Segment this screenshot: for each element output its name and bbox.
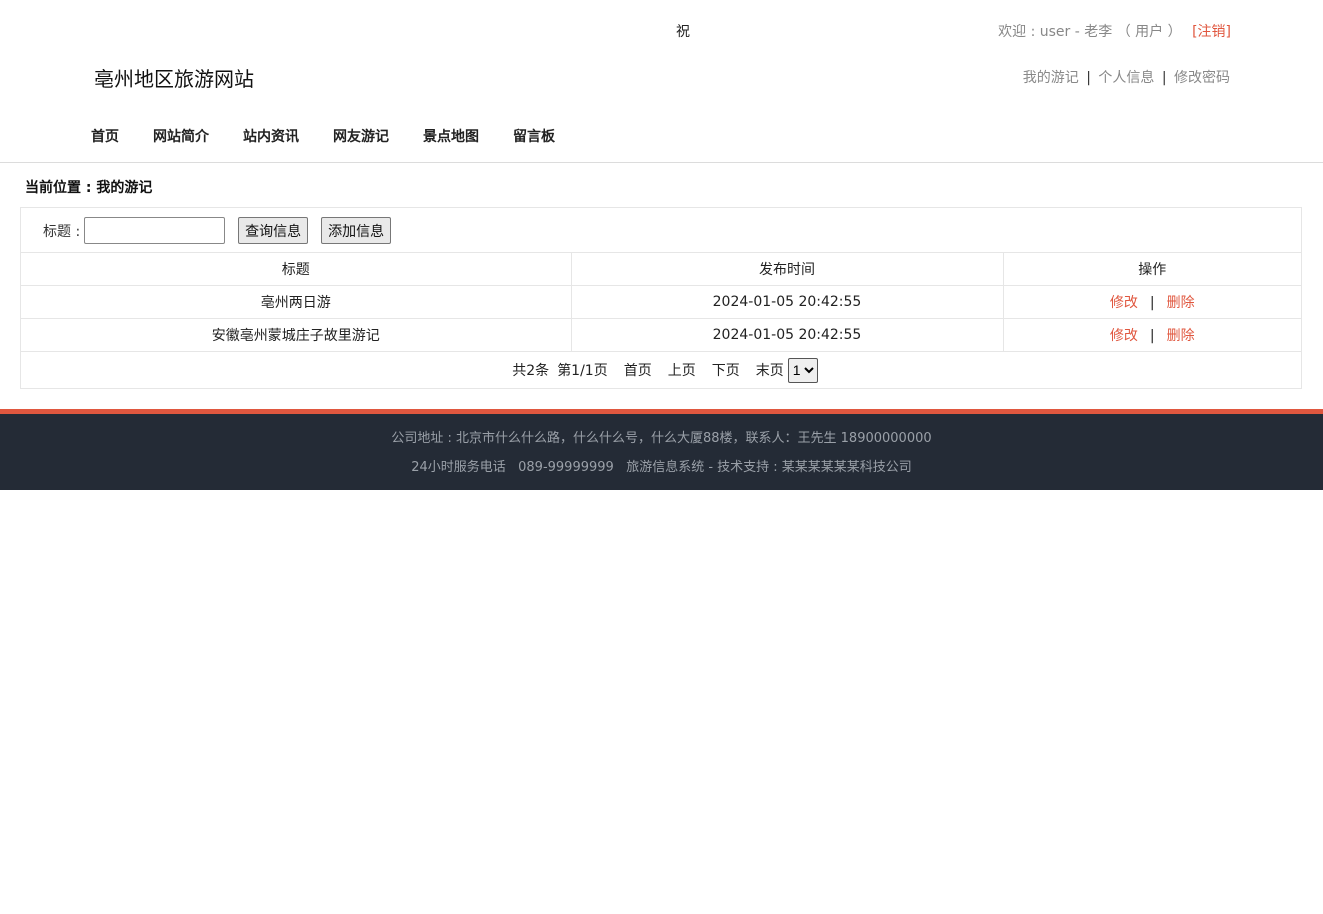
- page-select[interactable]: 1: [787, 357, 818, 383]
- change-password-link[interactable]: 修改密码: [1174, 70, 1230, 86]
- edit-link[interactable]: 修改: [1110, 328, 1138, 344]
- link-separator: |: [1161, 70, 1167, 86]
- footer: 公司地址 : 北京市什么什么路，什么什么号，什么大厦88楼，联系人：王先生 18…: [0, 414, 1323, 490]
- row-time: 2024-01-05 20:42:55: [570, 285, 1004, 319]
- row-time: 2024-01-05 20:42:55: [570, 318, 1004, 352]
- nav-item-guestbook[interactable]: 留言板: [513, 126, 555, 146]
- action-separator: |: [1149, 328, 1155, 344]
- pager-next[interactable]: 下页: [712, 360, 740, 380]
- profile-link[interactable]: 个人信息: [1098, 70, 1154, 86]
- query-button[interactable]: 查询信息: [238, 217, 309, 244]
- row-title: 亳州两日游: [21, 285, 572, 319]
- nav-item-travelogues[interactable]: 网友游记: [333, 126, 389, 146]
- row-actions: 修改 | 删除: [1002, 318, 1301, 352]
- edit-link[interactable]: 修改: [1110, 295, 1138, 311]
- nav-item-map[interactable]: 景点地图: [423, 126, 479, 146]
- title-search-input[interactable]: [84, 217, 226, 244]
- travelogue-table: 标题 发布时间 操作 亳州两日游 2024-01-05 20:42:55 修改 |…: [21, 252, 1301, 388]
- pager-row: 共2条 第1/1页 首页 上页 下页 末页 1: [21, 351, 1301, 388]
- logout-link[interactable]: [注销]: [1192, 24, 1231, 40]
- user-links: 我的游记 | 个人信息 | 修改密码: [1023, 67, 1230, 87]
- breadcrumb: 当前位置 : 我的游记: [25, 180, 153, 196]
- search-bar: 标题 : 查询信息 添加信息: [43, 217, 392, 244]
- content-panel: 标题 : 查询信息 添加信息 标题 发布时间 操作 亳州两日游 2024-01-…: [20, 207, 1302, 389]
- footer-address: 公司地址 : 北京市什么什么路，什么什么号，什么大厦88楼，联系人：王先生 18…: [391, 431, 932, 446]
- action-separator: |: [1149, 295, 1155, 311]
- column-header-actions: 操作: [1002, 252, 1301, 286]
- table-row: 亳州两日游 2024-01-05 20:42:55 修改 | 删除: [21, 285, 1301, 319]
- welcome-bar: 欢迎 : user - 老李 （ 用户 ） [注销]: [998, 21, 1231, 41]
- nav-item-news[interactable]: 站内资讯: [243, 126, 299, 146]
- link-separator: |: [1086, 70, 1091, 86]
- nav-divider: [0, 162, 1323, 163]
- search-label: 标题 :: [43, 223, 81, 240]
- nav-item-about[interactable]: 网站简介: [153, 126, 209, 146]
- table-row: 安徽亳州蒙城庄子故里游记 2024-01-05 20:42:55 修改 | 删除: [21, 318, 1301, 352]
- column-header-time: 发布时间: [570, 252, 1004, 286]
- my-travelogue-link[interactable]: 我的游记: [1023, 70, 1079, 86]
- welcome-text: 欢迎 : user - 老李 （ 用户 ）: [998, 24, 1182, 40]
- pager-first[interactable]: 首页: [624, 360, 652, 380]
- pager-last[interactable]: 末页: [756, 360, 784, 380]
- pager: 共2条 第1/1页 首页 上页 下页 末页 1: [21, 352, 1301, 388]
- top-greeting: 祝: [676, 24, 690, 40]
- add-button[interactable]: 添加信息: [321, 217, 392, 244]
- nav-item-home[interactable]: 首页: [91, 126, 119, 146]
- delete-link[interactable]: 删除: [1167, 328, 1195, 344]
- table-header-row: 标题 发布时间 操作: [21, 252, 1301, 286]
- delete-link[interactable]: 删除: [1167, 295, 1195, 311]
- column-header-title: 标题: [21, 252, 572, 286]
- row-title: 安徽亳州蒙城庄子故里游记: [21, 318, 572, 352]
- row-actions: 修改 | 删除: [1002, 285, 1301, 319]
- pager-page-info: 第1/1页: [557, 363, 608, 379]
- pager-prev[interactable]: 上页: [668, 360, 696, 380]
- site-title: 亳州地区旅游网站: [94, 67, 254, 91]
- footer-contact: 24小时服务电话 089-99999999 旅游信息系统 - 技术支持 : 某某…: [411, 460, 912, 475]
- pager-total: 共2条: [512, 363, 550, 379]
- main-nav: 首页 网站简介 站内资讯 网友游记 景点地图 留言板: [91, 126, 589, 146]
